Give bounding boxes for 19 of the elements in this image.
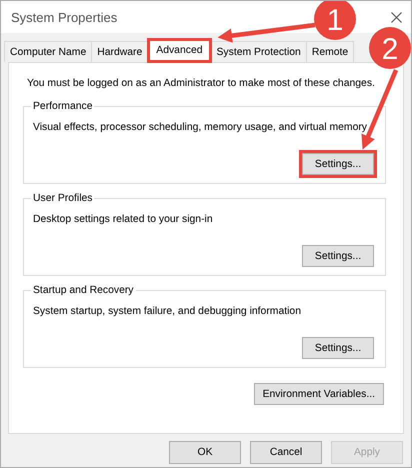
step-number: 2 [382,33,398,66]
settings-button[interactable]: Settings... [302,245,374,267]
group-description: Visual effects, processor scheduling, memory usage, and virtual memory [33,121,368,135]
dialog-button[interactable]: OK [169,441,241,464]
step-number: 1 [326,4,344,37]
settings-button[interactable]: Settings... [299,150,377,178]
notice-text: You must be logged on as an Administrator to make most of these changes. [27,77,376,91]
dialog-button[interactable]: Cancel [250,441,322,464]
tab[interactable]: Advanced [147,38,212,63]
settings-button[interactable]: Settings... [302,337,374,359]
window-title: System Properties [11,10,118,24]
close-icon[interactable] [391,12,402,22]
tab[interactable]: Remote [306,41,354,62]
group-description: System startup, system failure, and debugging information [33,305,301,319]
group-title: Startup and Recovery [31,283,136,298]
environment-variables-button[interactable]: Environment Variables... [254,383,384,405]
tab[interactable]: Computer Name [4,41,92,62]
step-marker-circle [369,27,411,69]
group-description: Desktop settings related to your sign-in [33,213,213,227]
